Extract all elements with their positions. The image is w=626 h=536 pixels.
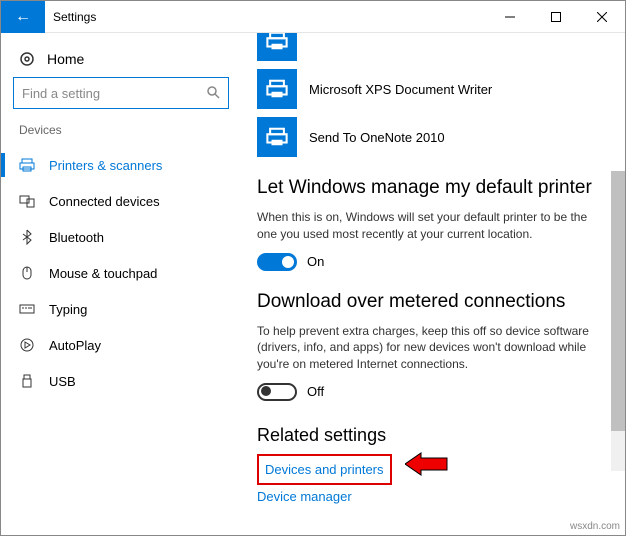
minimize-icon [505,12,515,22]
sidebar-item-label: AutoPlay [49,338,101,353]
sidebar-item-label: Mouse & touchpad [49,266,157,281]
default-printer-toggle[interactable]: On [257,253,605,271]
sidebar-item-label: USB [49,374,76,389]
maximize-icon [551,12,561,22]
back-button[interactable]: ← [1,1,45,33]
usb-icon [19,373,35,389]
related-heading: Related settings [257,425,605,446]
sidebar-item-label: Connected devices [49,194,160,209]
sidebar-item-label: Typing [49,302,87,317]
printer-device-icon [257,33,297,61]
watermark: wsxdn.com [570,521,620,532]
mouse-icon [19,265,35,281]
minimize-button[interactable] [487,1,533,33]
metered-desc: To help prevent extra charges, keep this… [257,323,605,373]
window-title: Settings [53,10,96,24]
sidebar-item-autoplay[interactable]: AutoPlay [13,327,241,363]
toggle-state-label: On [307,254,324,269]
sidebar: Home Find a setting Devices Printers & s… [1,33,241,535]
sidebar-item-connected[interactable]: Connected devices [13,183,241,219]
highlight-box: Devices and printers [257,454,392,485]
search-icon [206,85,220,102]
default-printer-desc: When this is on, Windows will set your d… [257,209,605,243]
scrollbar-thumb[interactable] [611,171,625,431]
titlebar: ← Settings [1,1,625,33]
device-manager-link[interactable]: Device manager [257,489,352,504]
close-button[interactable] [579,1,625,33]
home-link[interactable]: Home [13,45,241,77]
annotation-arrow-icon [405,450,449,483]
sidebar-item-typing[interactable]: Typing [13,291,241,327]
sidebar-item-label: Printers & scanners [49,158,162,173]
printer-label: Microsoft XPS Document Writer [309,82,492,97]
printer-device-icon [257,117,297,157]
gear-icon [19,51,35,67]
default-printer-heading: Let Windows manage my default printer [257,177,605,199]
devices-icon [19,193,35,209]
sidebar-item-label: Bluetooth [49,230,104,245]
sidebar-section-label: Devices [19,123,241,137]
sidebar-item-mouse[interactable]: Mouse & touchpad [13,255,241,291]
scrollbar-track[interactable] [611,171,625,471]
toggle-state-label: Off [307,384,324,399]
printer-label: Send To OneNote 2010 [309,130,445,145]
bluetooth-icon [19,229,35,245]
printer-device-icon [257,69,297,109]
main-panel: Microsoft XPS Document Writer Send To On… [241,33,625,535]
toggle-switch-off [257,383,297,401]
window-controls [487,1,625,33]
printer-item[interactable]: Send To OneNote 2010 [257,117,605,157]
sidebar-item-bluetooth[interactable]: Bluetooth [13,219,241,255]
sidebar-item-usb[interactable]: USB [13,363,241,399]
autoplay-icon [19,337,35,353]
sidebar-item-printers[interactable]: Printers & scanners [13,147,241,183]
search-input[interactable]: Find a setting [13,77,229,109]
close-icon [597,12,607,22]
printer-item[interactable] [257,33,605,61]
printer-item[interactable]: Microsoft XPS Document Writer [257,69,605,109]
printer-icon [19,157,35,173]
devices-printers-link[interactable]: Devices and printers [265,462,384,477]
search-placeholder: Find a setting [22,86,100,101]
keyboard-icon [19,301,35,317]
maximize-button[interactable] [533,1,579,33]
metered-heading: Download over metered connections [257,291,605,313]
arrow-left-icon: ← [15,8,31,26]
metered-toggle[interactable]: Off [257,383,605,401]
toggle-switch-on [257,253,297,271]
home-label: Home [47,51,84,67]
